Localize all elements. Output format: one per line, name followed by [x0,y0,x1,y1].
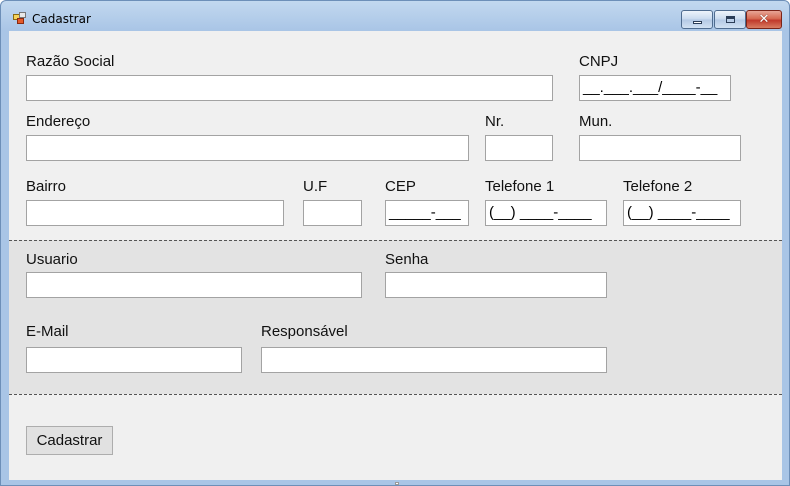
nr-label: Nr. [485,113,505,130]
form-body: Razão Social CNPJ __.___.___/____-__ End… [9,31,782,480]
window-title: Cadastrar [32,12,91,26]
endereco-label: Endereço [26,113,91,130]
razao-social-label: Razão Social [26,53,115,70]
mun-input[interactable] [579,135,741,161]
responsavel-input[interactable] [261,347,607,373]
cnpj-input[interactable]: __.___.___/____-__ [579,75,731,101]
title-bar[interactable]: Cadastrar ✕ [1,1,789,31]
maximize-button[interactable] [714,10,746,29]
close-icon: ✕ [758,12,770,27]
nr-input[interactable] [485,135,553,161]
divider-bottom [9,394,782,395]
cep-input[interactable]: _____-___ [385,200,469,226]
main-window: Cadastrar ✕ Razão Social CNPJ __.___.___… [0,0,790,486]
cadastrar-button[interactable]: Cadastrar [26,426,113,455]
telefone1-label: Telefone 1 [485,178,555,195]
usuario-label: Usuario [26,251,78,268]
uf-input[interactable] [303,200,362,226]
email-label: E-Mail [26,323,69,340]
endereco-input[interactable] [26,135,469,161]
telefone2-input[interactable]: (__) ____-____ [623,200,741,226]
cnpj-label: CNPJ [579,53,619,70]
usuario-input[interactable] [26,272,362,298]
divider-top [9,240,782,241]
senha-input[interactable] [385,272,607,298]
telefone1-input[interactable]: (__) ____-____ [485,200,607,226]
bairro-label: Bairro [26,178,67,195]
cep-label: CEP [385,178,416,195]
resize-grip[interactable] [395,482,399,485]
uf-label: U.F [303,178,328,195]
maximize-icon [725,16,735,23]
bairro-input[interactable] [26,200,284,226]
telefone2-label: Telefone 2 [623,178,693,195]
form-app-icon [13,12,27,24]
mun-label: Mun. [579,113,613,130]
close-button[interactable]: ✕ [746,10,782,29]
responsavel-label: Responsável [261,323,348,340]
minimize-icon [692,21,702,24]
razao-social-input[interactable] [26,75,553,101]
senha-label: Senha [385,251,429,268]
minimize-button[interactable] [681,10,713,29]
email-input[interactable] [26,347,242,373]
